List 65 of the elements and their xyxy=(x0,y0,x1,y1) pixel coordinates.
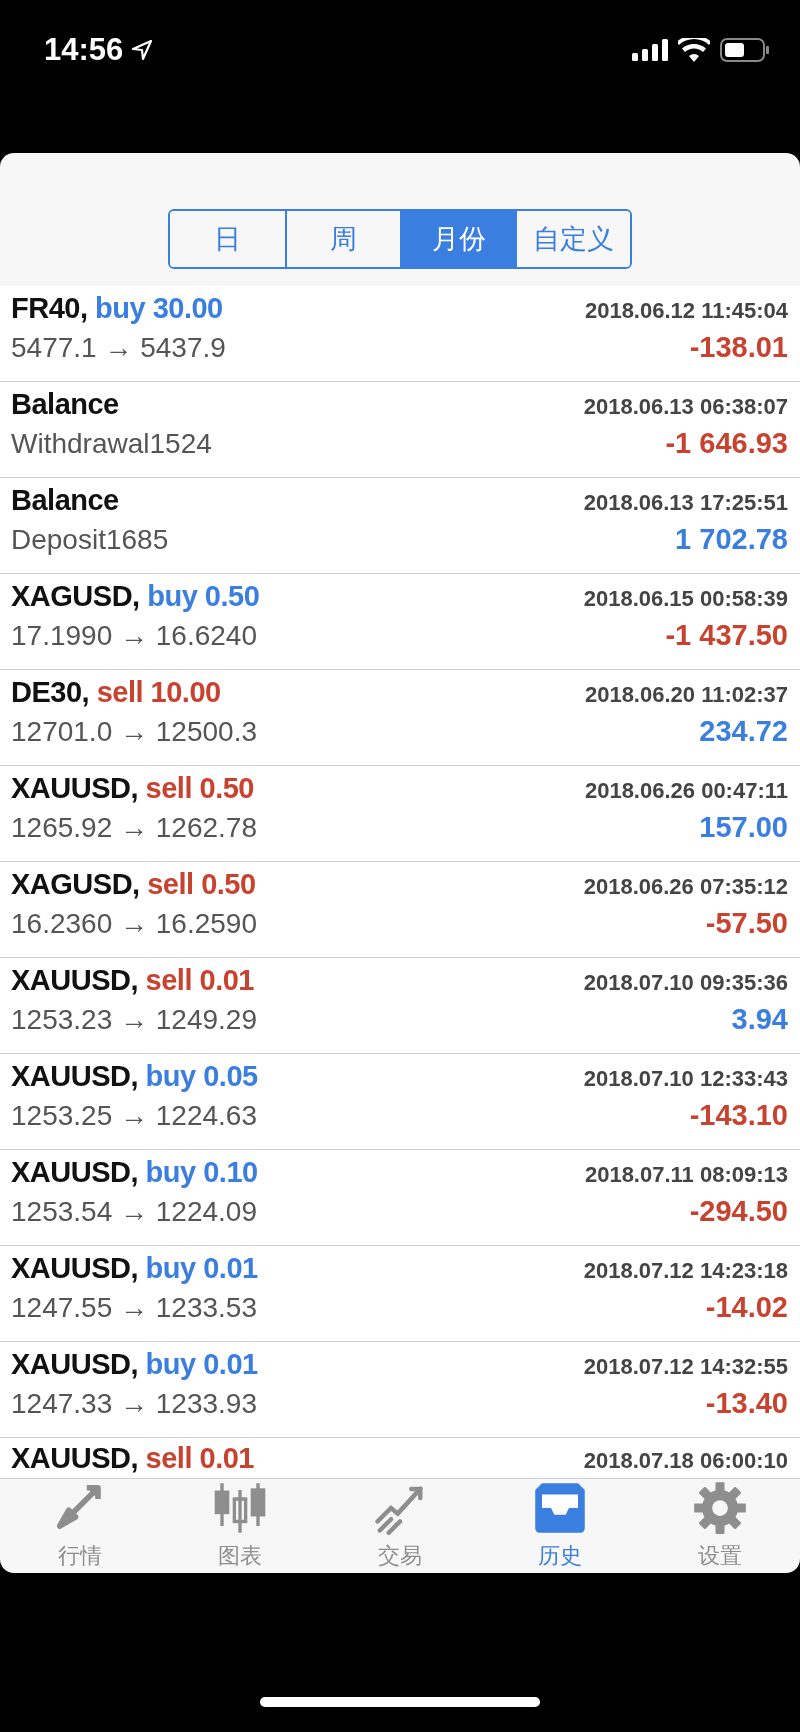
trade-detail: 1247.33 → 1233.93 xyxy=(11,1388,257,1420)
trade-detail: Deposit1685 xyxy=(11,524,169,556)
clock-time: 14:56 xyxy=(44,32,124,68)
trade-time: 2018.06.26 00:47:11 xyxy=(584,778,788,804)
period-tab[interactable]: 月份 xyxy=(400,211,515,267)
profit-amount: -143.10 xyxy=(689,1099,788,1132)
trade-detail: 1265.92 → 1262.78 xyxy=(11,812,257,844)
tab-bar-item[interactable]: 设置 xyxy=(640,1479,800,1573)
tab-bar-item[interactable]: 历史 xyxy=(480,1479,640,1573)
tab-bar-item[interactable]: 交易 xyxy=(320,1479,480,1573)
trade-detail: 1253.23 → 1249.29 xyxy=(11,1004,257,1036)
wifi-icon xyxy=(678,38,710,62)
profit-amount: -1 646.93 xyxy=(665,427,788,460)
trade-time: 2018.06.13 06:38:07 xyxy=(583,394,788,420)
trade-title: XAUUSD, buy 0.01 xyxy=(11,1252,258,1285)
profit-amount: 234.72 xyxy=(699,715,788,748)
trade-time: 2018.07.12 14:32:55 xyxy=(583,1354,788,1380)
profit-amount: 1 702.78 xyxy=(675,523,788,556)
trade-time: 2018.06.15 00:58:39 xyxy=(583,586,788,612)
trade-title: XAUUSD, sell 0.01 xyxy=(11,1442,254,1475)
trade-detail: 12701.0 → 12500.3 xyxy=(11,716,257,748)
profit-amount: -14.02 xyxy=(705,1291,788,1324)
trade-title: XAGUSD, buy 0.50 xyxy=(11,580,260,613)
trade-detail: 1253.54 → 1224.09 xyxy=(11,1196,257,1228)
trade-title: FR40, buy 30.00 xyxy=(11,292,223,325)
trade-detail: 17.1990 → 16.6240 xyxy=(11,620,257,652)
trade-detail: 1247.55 → 1233.53 xyxy=(11,1292,257,1324)
trade-title: XAUUSD, buy 0.05 xyxy=(11,1060,258,1093)
trade-title: XAUUSD, buy 0.10 xyxy=(11,1156,258,1189)
gear-icon xyxy=(693,1481,747,1535)
trade-title: XAGUSD, sell 0.50 xyxy=(11,868,256,901)
profit-amount: 157.00 xyxy=(699,811,788,844)
trade-time: 2018.06.26 07:35:12 xyxy=(583,874,788,900)
trade-time: 2018.06.20 11:02:37 xyxy=(584,682,788,708)
trade-detail: Withdrawal1524 xyxy=(11,428,212,460)
trade-title: XAUUSD, sell 0.50 xyxy=(11,772,254,805)
profit-amount: -13.40 xyxy=(705,1387,788,1420)
trade-detail: 1253.25 → 1224.63 xyxy=(11,1100,257,1132)
trade-time: 2018.07.10 09:35:36 xyxy=(583,970,788,996)
location-arrow-icon xyxy=(131,39,154,61)
trade-time: 2018.07.18 06:00:10 xyxy=(583,1448,788,1474)
battery-icon xyxy=(720,38,770,62)
signal-icon xyxy=(632,39,668,61)
trade-time: 2018.07.10 12:33:43 xyxy=(583,1066,788,1092)
profit-amount: -1 437.50 xyxy=(665,619,788,652)
trade-detail: 16.2360 → 16.2590 xyxy=(11,908,257,940)
trade-time: 2018.06.12 11:45:04 xyxy=(584,298,788,324)
trade-time: 2018.06.13 17:25:51 xyxy=(583,490,788,516)
tab-bar-item[interactable]: 行情 xyxy=(0,1479,160,1573)
trade-title: DE30, sell 10.00 xyxy=(11,676,221,709)
trade-title: XAUUSD, sell 0.01 xyxy=(11,964,254,997)
trade-title: Balance xyxy=(11,484,119,517)
candlestick-icon xyxy=(213,1481,267,1535)
trade-time: 2018.07.12 14:23:18 xyxy=(583,1258,788,1284)
inbox-tray-icon xyxy=(533,1481,587,1535)
profit-amount: 3.94 xyxy=(731,1003,788,1036)
profit-amount: -57.50 xyxy=(705,907,788,940)
profit-amount: -294.50 xyxy=(689,1195,788,1228)
tab-bar-item[interactable]: 图表 xyxy=(160,1479,320,1573)
trade-detail: 5477.1 → 5437.9 xyxy=(11,332,226,364)
profit-amount: -138.01 xyxy=(689,331,788,364)
trade-title: Balance xyxy=(11,388,119,421)
trade-time: 2018.07.11 08:09:13 xyxy=(584,1162,788,1188)
trade-title: XAUUSD, buy 0.01 xyxy=(11,1348,258,1381)
period-tab[interactable]: 自定义 xyxy=(515,211,630,267)
